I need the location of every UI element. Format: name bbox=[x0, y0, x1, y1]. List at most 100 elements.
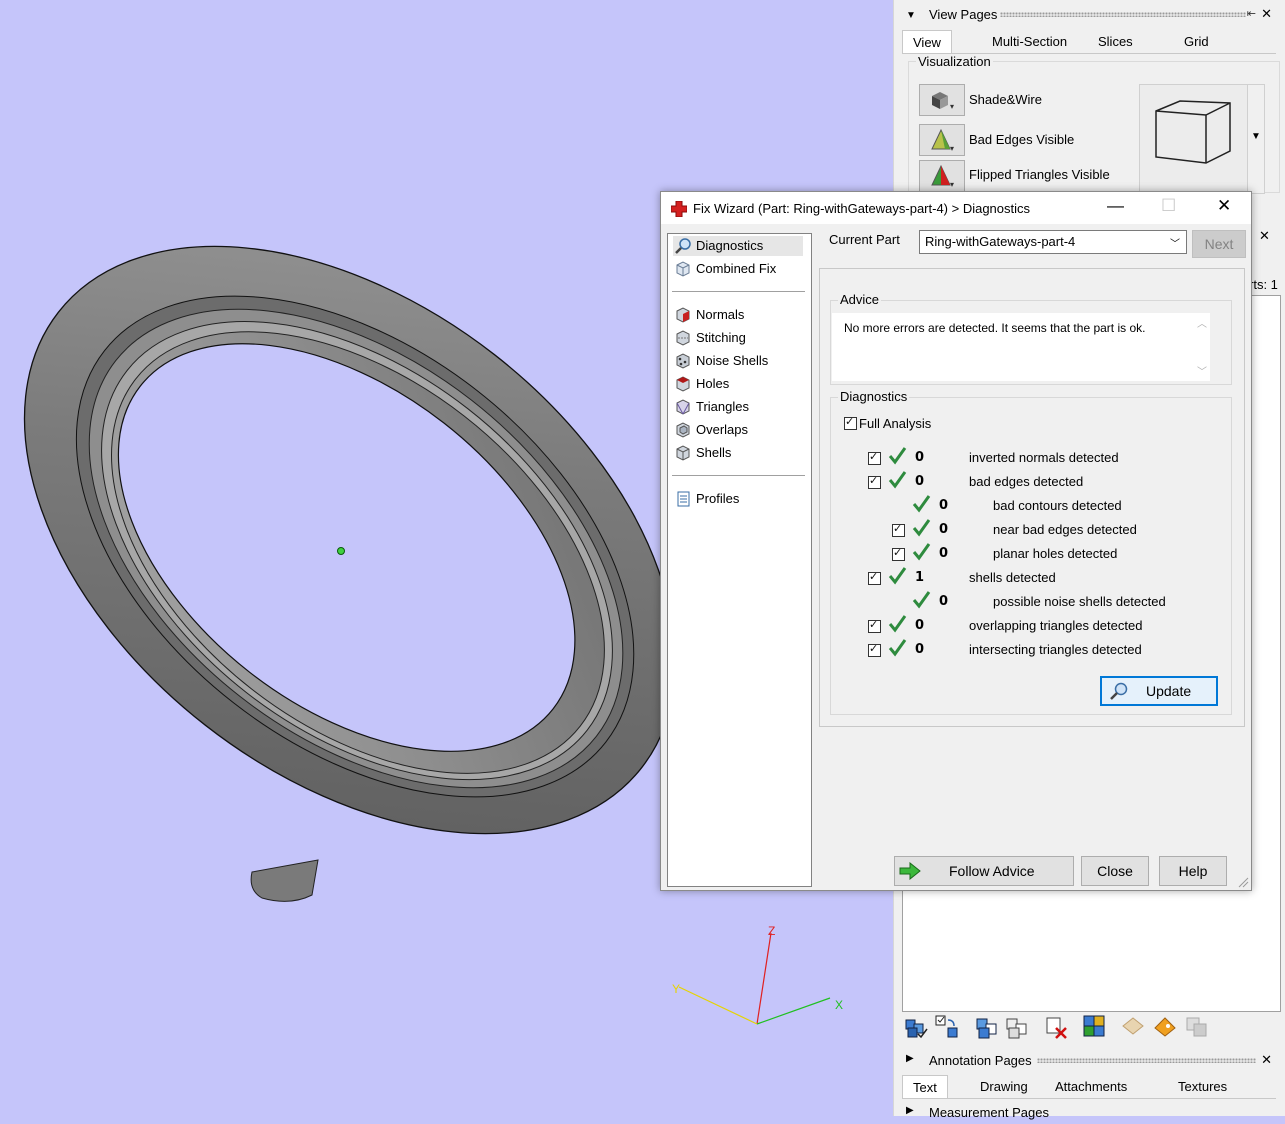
fix-wizard-dialog: Fix Wizard (Part: Ring-withGateways-part… bbox=[660, 191, 1252, 891]
tab-view[interactable]: View bbox=[902, 30, 952, 54]
profiles-icon bbox=[677, 491, 690, 507]
noise-shells-text: possible noise shells detected bbox=[993, 594, 1166, 609]
next-button[interactable]: Next bbox=[1192, 230, 1246, 258]
disabled-tool-icon-2 bbox=[1184, 1014, 1210, 1040]
holes-icon bbox=[676, 376, 690, 392]
update-label: Update bbox=[1146, 683, 1192, 699]
y-axis-label: Y bbox=[672, 982, 680, 996]
maximize-icon: ☐ bbox=[1161, 196, 1177, 215]
update-button[interactable]: Update bbox=[1100, 676, 1218, 706]
row-checkbox[interactable] bbox=[868, 642, 881, 657]
delete-part-icon[interactable] bbox=[1044, 1014, 1070, 1040]
x-axis-label: X bbox=[835, 998, 843, 1012]
nav-item-overlaps[interactable]: Overlaps bbox=[673, 420, 803, 440]
noise-shells-icon bbox=[676, 353, 690, 369]
visualization-group: Visualization ▾ Shade&Wire ▾ Bad Edges V… bbox=[908, 54, 1280, 194]
view-cube-dropdown[interactable]: ▼ bbox=[1247, 84, 1265, 194]
tab-grid[interactable]: Grid bbox=[1174, 30, 1219, 53]
bad-contours-count: 0 bbox=[939, 498, 949, 513]
close-icon[interactable]: ✕ bbox=[1217, 196, 1231, 216]
shells-count: 1 bbox=[915, 570, 925, 585]
row-checkbox[interactable] bbox=[868, 570, 881, 585]
nav-item-combined-fix[interactable]: Combined Fix bbox=[673, 259, 803, 279]
near-bad-edges-count: 0 bbox=[939, 522, 949, 537]
overlapping-triangles-count: 0 bbox=[915, 618, 925, 633]
row-checkbox[interactable] bbox=[892, 546, 905, 561]
intersecting-triangles-text: intersecting triangles detected bbox=[969, 642, 1142, 657]
undock-icon[interactable]: ⇤ bbox=[1247, 7, 1256, 20]
triangles-icon bbox=[676, 399, 690, 415]
advice-textbox[interactable]: No more errors are detected. It seems th… bbox=[832, 313, 1210, 381]
expand-triangle-icon[interactable]: ▶ bbox=[906, 1053, 914, 1064]
cube-wireframe-icon bbox=[1155, 100, 1231, 164]
color-parts-icon[interactable] bbox=[1082, 1014, 1108, 1040]
row-checkbox[interactable] bbox=[868, 474, 881, 489]
help-button[interactable]: Help bbox=[1159, 856, 1227, 886]
shells-text: shells detected bbox=[969, 570, 1056, 585]
row-checkbox[interactable] bbox=[868, 618, 881, 633]
annotation-pages-tabs: Text Drawing Attachments Textures bbox=[902, 1075, 1272, 1099]
nav-item-noise-shells[interactable]: Noise Shells bbox=[673, 351, 803, 371]
hidden-panel-partial-text: rts: 1 bbox=[1249, 277, 1278, 292]
nav-item-normals[interactable]: Normals bbox=[673, 305, 803, 325]
current-part-select[interactable]: Ring-withGateways-part-4 ﹀ bbox=[919, 230, 1187, 254]
drag-handle[interactable] bbox=[1000, 12, 1246, 17]
axis-triad: Z X Y bbox=[672, 924, 843, 1025]
dialog-titlebar[interactable]: Fix Wizard (Part: Ring-withGateways-part… bbox=[661, 192, 1251, 224]
advice-text: No more errors are detected. It seems th… bbox=[844, 321, 1146, 335]
close-icon[interactable]: ✕ bbox=[1261, 6, 1272, 22]
tab-attachments[interactable]: Attachments bbox=[1045, 1075, 1137, 1098]
wire-boxes-icon[interactable] bbox=[1004, 1014, 1030, 1040]
drag-handle[interactable] bbox=[1037, 1058, 1256, 1063]
swap-parts-icon[interactable] bbox=[934, 1014, 960, 1040]
advice-group: Advice No more errors are detected. It s… bbox=[830, 292, 1232, 385]
nav-item-triangles[interactable]: Triangles bbox=[673, 397, 803, 417]
follow-advice-button[interactable]: Follow Advice bbox=[894, 856, 1074, 886]
full-analysis-checkbox[interactable] bbox=[844, 415, 857, 430]
minimize-icon[interactable]: — bbox=[1107, 196, 1124, 216]
shells-icon bbox=[676, 445, 690, 461]
diagnostics-legend: Diagnostics bbox=[838, 389, 910, 404]
expand-triangle-icon[interactable]: ▶ bbox=[906, 1105, 914, 1116]
nav-item-profiles[interactable]: Profiles bbox=[673, 489, 803, 509]
label-tool-icon[interactable] bbox=[1152, 1014, 1178, 1040]
planar-holes-text: planar holes detected bbox=[993, 546, 1118, 561]
row-checkbox[interactable] bbox=[892, 522, 905, 537]
content-frame: Advice No more errors are detected. It s… bbox=[819, 268, 1245, 727]
magnifier-icon bbox=[1110, 682, 1128, 700]
resize-grip-icon[interactable] bbox=[1237, 876, 1249, 888]
hidden-panel-close-icon[interactable]: ✕ bbox=[1259, 228, 1270, 244]
planar-holes-count: 0 bbox=[939, 546, 949, 561]
nav-item-holes[interactable]: Holes bbox=[673, 374, 803, 394]
annotation-pages-header[interactable]: ▶ Annotation Pages ✕ bbox=[894, 1048, 1285, 1072]
row-checkbox[interactable] bbox=[868, 450, 881, 465]
close-icon[interactable]: ✕ bbox=[1261, 1052, 1272, 1068]
close-button[interactable]: Close bbox=[1081, 856, 1149, 886]
green-check-icon bbox=[888, 615, 907, 633]
follow-advice-label: Follow Advice bbox=[949, 863, 1035, 879]
view-pages-header[interactable]: ▼ View Pages ⇤ ✕ bbox=[894, 2, 1285, 26]
bad-edges-button[interactable]: ▾ bbox=[919, 124, 965, 156]
tab-text[interactable]: Text bbox=[902, 1075, 948, 1099]
view-pages-title: View Pages bbox=[929, 7, 998, 22]
measurement-pages-header[interactable]: ▶ Measurement Pages bbox=[894, 1100, 1285, 1124]
svg-text:▾: ▾ bbox=[950, 102, 954, 111]
view-cube-preview[interactable] bbox=[1139, 84, 1249, 194]
view-pages-tabs: View Multi-Section Slices Grid bbox=[902, 30, 1272, 54]
flipped-triangles-button[interactable]: ▾ bbox=[919, 160, 965, 192]
inverted-normals-count: 0 bbox=[915, 450, 925, 465]
tab-drawing[interactable]: Drawing bbox=[970, 1075, 1038, 1098]
disabled-tool-icon-1 bbox=[1120, 1014, 1146, 1040]
advice-scrollbar[interactable]: ︿ ﹀ bbox=[1193, 313, 1210, 381]
shade-wire-button[interactable]: ▾ bbox=[919, 84, 965, 116]
nav-item-stitching[interactable]: Stitching bbox=[673, 328, 803, 348]
parts-check-icon[interactable] bbox=[904, 1014, 930, 1040]
tab-slices[interactable]: Slices bbox=[1088, 30, 1143, 53]
collapse-triangle-icon[interactable]: ▼ bbox=[906, 10, 916, 21]
visualization-legend: Visualization bbox=[916, 54, 993, 69]
tab-textures[interactable]: Textures bbox=[1168, 1075, 1237, 1098]
nav-item-shells[interactable]: Shells bbox=[673, 443, 803, 463]
tab-multi-section[interactable]: Multi-Section bbox=[982, 30, 1077, 53]
nav-item-diagnostics[interactable]: Diagnostics bbox=[673, 236, 803, 256]
boxes-icon[interactable] bbox=[974, 1014, 1000, 1040]
